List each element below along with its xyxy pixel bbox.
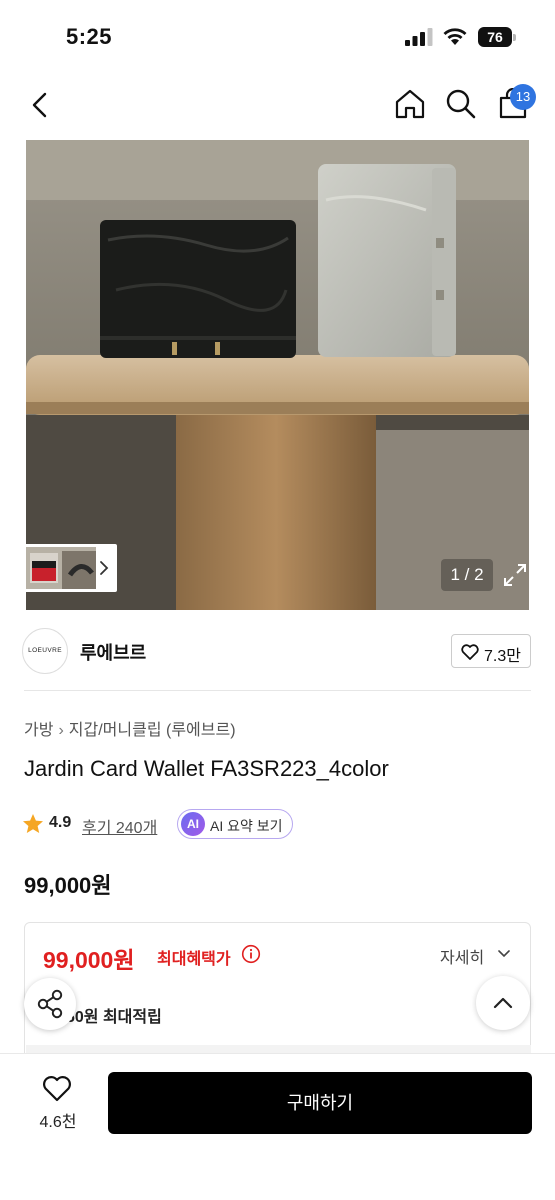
wallet-photo (26, 140, 529, 610)
cellular-signal-icon (405, 28, 433, 46)
benefit-box: 99,000원 최대혜택가 자세히 60원 최대적립 (24, 922, 531, 1062)
heart-outline-icon (461, 644, 479, 660)
wishlist-count: 4.6천 (39, 1114, 77, 1131)
divider (24, 690, 531, 691)
buy-button[interactable]: 구매하기 (108, 1072, 532, 1134)
ai-badge-icon: AI (181, 812, 205, 836)
nav-bar (0, 70, 555, 140)
max-benefit-label: 최대혜택가 (157, 951, 231, 968)
product-price: 99,000원 (24, 873, 112, 898)
heart-outline-icon[interactable] (42, 1075, 72, 1102)
breadcrumb-separator-icon: › (58, 722, 64, 739)
thumbnail-image[interactable] (26, 547, 96, 589)
brand-name[interactable]: 루에브르 (80, 639, 146, 665)
image-page-indicator: 1 / 2 (441, 559, 493, 591)
star-icon (23, 814, 43, 833)
ai-summary-button[interactable]: AI AI 요약 보기 (177, 809, 293, 839)
breadcrumb-item-subcategory[interactable]: 지갑/머니클립 (루에브르) (69, 716, 236, 740)
ai-summary-label: AI 요약 보기 (210, 818, 283, 834)
breadcrumb-item-category[interactable]: 가방 (24, 716, 53, 740)
status-time: 5:25 (66, 24, 113, 49)
brand-like-button[interactable]: 7.3만 (451, 634, 531, 668)
share-icon (37, 989, 63, 1019)
home-icon[interactable] (394, 88, 426, 120)
wifi-icon (443, 28, 467, 45)
search-icon[interactable] (445, 88, 477, 120)
product-title: Jardin Card Wallet FA3SR223_4color (24, 756, 389, 781)
cart-count-badge: 13 (510, 84, 536, 110)
product-image[interactable] (26, 140, 529, 610)
expand-icon[interactable] (500, 560, 530, 590)
chevron-up-icon (493, 997, 513, 1009)
brand-like-count: 7.3만 (484, 648, 521, 665)
review-count-link[interactable]: 후기 240개 (82, 814, 157, 838)
chevron-down-icon[interactable] (497, 949, 511, 959)
status-bar: 5:25 76 (0, 0, 555, 70)
info-icon[interactable] (241, 944, 261, 964)
points-row: 60원 최대적립 (26, 983, 531, 1047)
rating-row: 4.9 후기 240개 AI AI 요약 보기 (22, 809, 322, 839)
battery-tip (513, 34, 516, 41)
share-button[interactable] (24, 978, 76, 1030)
breadcrumb: 가방 › 지갑/머니클립 (루에브르) (24, 716, 236, 740)
benefit-detail-link[interactable]: 자세히 (440, 944, 484, 968)
rating-value: 4.9 (49, 814, 72, 831)
chevron-right-icon[interactable] (98, 558, 110, 578)
battery-indicator: 76 (478, 27, 518, 47)
max-benefit-price: 99,000원 (43, 947, 135, 973)
battery-level: 76 (478, 27, 512, 47)
scroll-top-button[interactable] (476, 976, 530, 1030)
max-points-text: 60원 최대적립 (66, 1009, 162, 1026)
back-arrow-icon[interactable] (30, 92, 50, 118)
brand-logo[interactable]: LOEUVRE (22, 628, 68, 674)
